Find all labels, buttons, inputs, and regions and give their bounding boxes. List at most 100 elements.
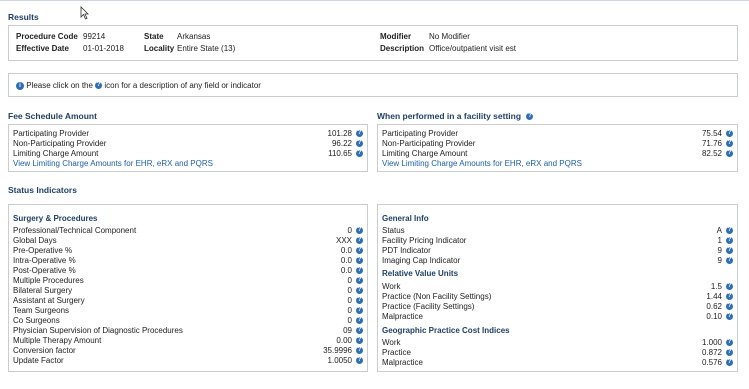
help-icon[interactable]: ? [726, 283, 733, 290]
help-icon[interactable]: ? [356, 267, 363, 274]
view-limiting-charge-link[interactable]: View Limiting Charge Amounts for EHR, eR… [13, 159, 363, 169]
surgery-row-label: Professional/Technical Component [13, 226, 137, 235]
description-value: Office/outpatient visit est [429, 44, 517, 53]
surgery-row: Multiple Procedures 0? [13, 276, 363, 286]
facility-label: Participating Provider [382, 129, 459, 138]
fee-value: 101.28 [327, 129, 352, 138]
help-icon[interactable]: ? [356, 337, 363, 344]
description-label: Description [380, 44, 425, 53]
general-row: PDT Indicator 9? [382, 246, 733, 256]
general-row-value: 9 [717, 256, 722, 265]
info-text-after: icon for a description of any field or i… [104, 81, 261, 90]
help-icon[interactable]: ? [356, 277, 363, 284]
surgery-row-value: XXX [335, 236, 352, 245]
state-label: State [144, 32, 164, 41]
facility-row: Non-Participating Provider 71.76 ? [382, 139, 733, 149]
help-icon[interactable]: ? [726, 237, 733, 244]
help-icon[interactable]: ? [726, 349, 733, 356]
locality-label: Locality [144, 44, 175, 53]
facility-label: Limiting Charge Amount [382, 149, 468, 158]
fee-label: Limiting Charge Amount [13, 149, 99, 158]
help-icon[interactable]: ? [356, 297, 363, 304]
help-icon[interactable]: ? [356, 327, 363, 334]
help-icon[interactable]: ? [356, 247, 363, 254]
mouse-cursor-icon [80, 6, 89, 20]
surgery-row-label: Physician Supervision of Diagnostic Proc… [13, 326, 183, 335]
rvu-row: Work 1.5? [382, 282, 733, 292]
fee-schedule-box: Participating Provider 101.28 ? Non-Part… [8, 124, 368, 172]
gpci-row-value: 0.576 [701, 358, 722, 367]
help-icon[interactable]: ? [356, 130, 363, 137]
surgery-row: Physician Supervision of Diagnostic Proc… [13, 326, 363, 336]
surgery-row-value: 0 [347, 276, 352, 285]
rvu-row-label: Practice (Non Facility Settings) [382, 292, 492, 301]
surgery-row-value: 0 [347, 226, 352, 235]
help-icon[interactable]: ? [356, 357, 363, 364]
surgery-box: Surgery & Procedures Professional/Techni… [8, 204, 368, 372]
surgery-row: Intra-Operative % 0.0? [13, 256, 363, 266]
top-border [0, 0, 749, 1]
help-icon[interactable]: ? [726, 303, 733, 310]
fee-row: Participating Provider 101.28 ? [13, 129, 363, 139]
surgery-row-value: 35.9996 [323, 346, 352, 355]
rvu-row-label: Malpractice [382, 312, 423, 321]
help-icon[interactable]: ? [726, 140, 733, 147]
gpci-row-value: 1.000 [701, 338, 722, 347]
gpci-row-label: Practice [382, 348, 411, 357]
facility-box: Participating Provider 75.54 ? Non-Parti… [377, 124, 738, 172]
fee-value: 110.65 [328, 149, 352, 158]
help-icon[interactable]: ? [726, 293, 733, 300]
surgery-row: Post-Operative % 0.0? [13, 266, 363, 276]
surgery-row-label: Multiple Therapy Amount [13, 336, 102, 345]
view-limiting-charge-link[interactable]: View Limiting Charge Amounts for EHR, eR… [382, 159, 733, 169]
fee-schedule-heading: Fee Schedule Amount [8, 111, 97, 121]
help-icon[interactable]: ? [726, 339, 733, 346]
help-icon[interactable]: ? [356, 317, 363, 324]
surgery-row-value: 0 [347, 316, 352, 325]
gpci-row: Practice 0.872? [382, 348, 733, 358]
surgery-row-value: 0.0 [340, 246, 352, 255]
info-message: i Please click on the ? icon for a descr… [16, 81, 261, 90]
help-icon[interactable]: ? [726, 313, 733, 320]
surgery-row-label: Co Surgeons [13, 316, 60, 325]
help-icon[interactable]: ? [726, 359, 733, 366]
help-icon[interactable]: ? [356, 140, 363, 147]
gpci-row: Work 1.000? [382, 338, 733, 348]
surgery-row-label: Bilateral Surgery [13, 286, 73, 295]
help-icon[interactable]: ? [726, 150, 733, 157]
help-icon[interactable]: ? [356, 347, 363, 354]
surgery-row-label: Post-Operative % [13, 266, 76, 275]
facility-value: 71.76 [701, 139, 722, 148]
general-row-label: PDT Indicator [382, 246, 431, 255]
help-icon[interactable]: ? [356, 237, 363, 244]
rvu-row-value: 0.10 [706, 312, 722, 321]
general-row-value: 9 [717, 246, 722, 255]
help-icon[interactable]: ? [95, 82, 103, 90]
fee-label: Participating Provider [13, 129, 90, 138]
gpci-row-value: 0.872 [701, 348, 722, 357]
surgery-row-value: 09 [343, 326, 352, 335]
surgery-row-value: 0.0 [340, 266, 352, 275]
fee-row: Non-Participating Provider 96.22 ? [13, 139, 363, 149]
help-icon[interactable]: ? [356, 287, 363, 294]
help-icon[interactable]: ? [726, 247, 733, 254]
surgery-row-value: 0.00 [336, 336, 352, 345]
gpci-heading: Geographic Practice Cost Indices [382, 326, 510, 335]
facility-row: Limiting Charge Amount 82.52 ? [382, 149, 733, 159]
general-row: Facility Pricing Indicator 1? [382, 236, 733, 246]
surgery-row: Conversion factor 35.9996? [13, 346, 363, 356]
surgery-row: Global Days XXX? [13, 236, 363, 246]
help-icon[interactable]: ? [726, 257, 733, 264]
general-row-value: A [716, 226, 722, 235]
help-icon[interactable]: ? [356, 150, 363, 157]
procedure-code-value: 99214 [83, 32, 106, 41]
help-icon[interactable]: ? [356, 307, 363, 314]
rvu-row: Practice (Non Facility Settings) 1.44? [382, 292, 733, 302]
help-icon[interactable]: ? [726, 227, 733, 234]
help-icon[interactable]: ? [356, 227, 363, 234]
help-icon[interactable]: ? [356, 257, 363, 264]
facility-row: Participating Provider 75.54 ? [382, 129, 733, 139]
facility-value: 82.52 [701, 149, 722, 158]
help-icon[interactable]: ? [526, 113, 534, 121]
help-icon[interactable]: ? [726, 130, 733, 137]
